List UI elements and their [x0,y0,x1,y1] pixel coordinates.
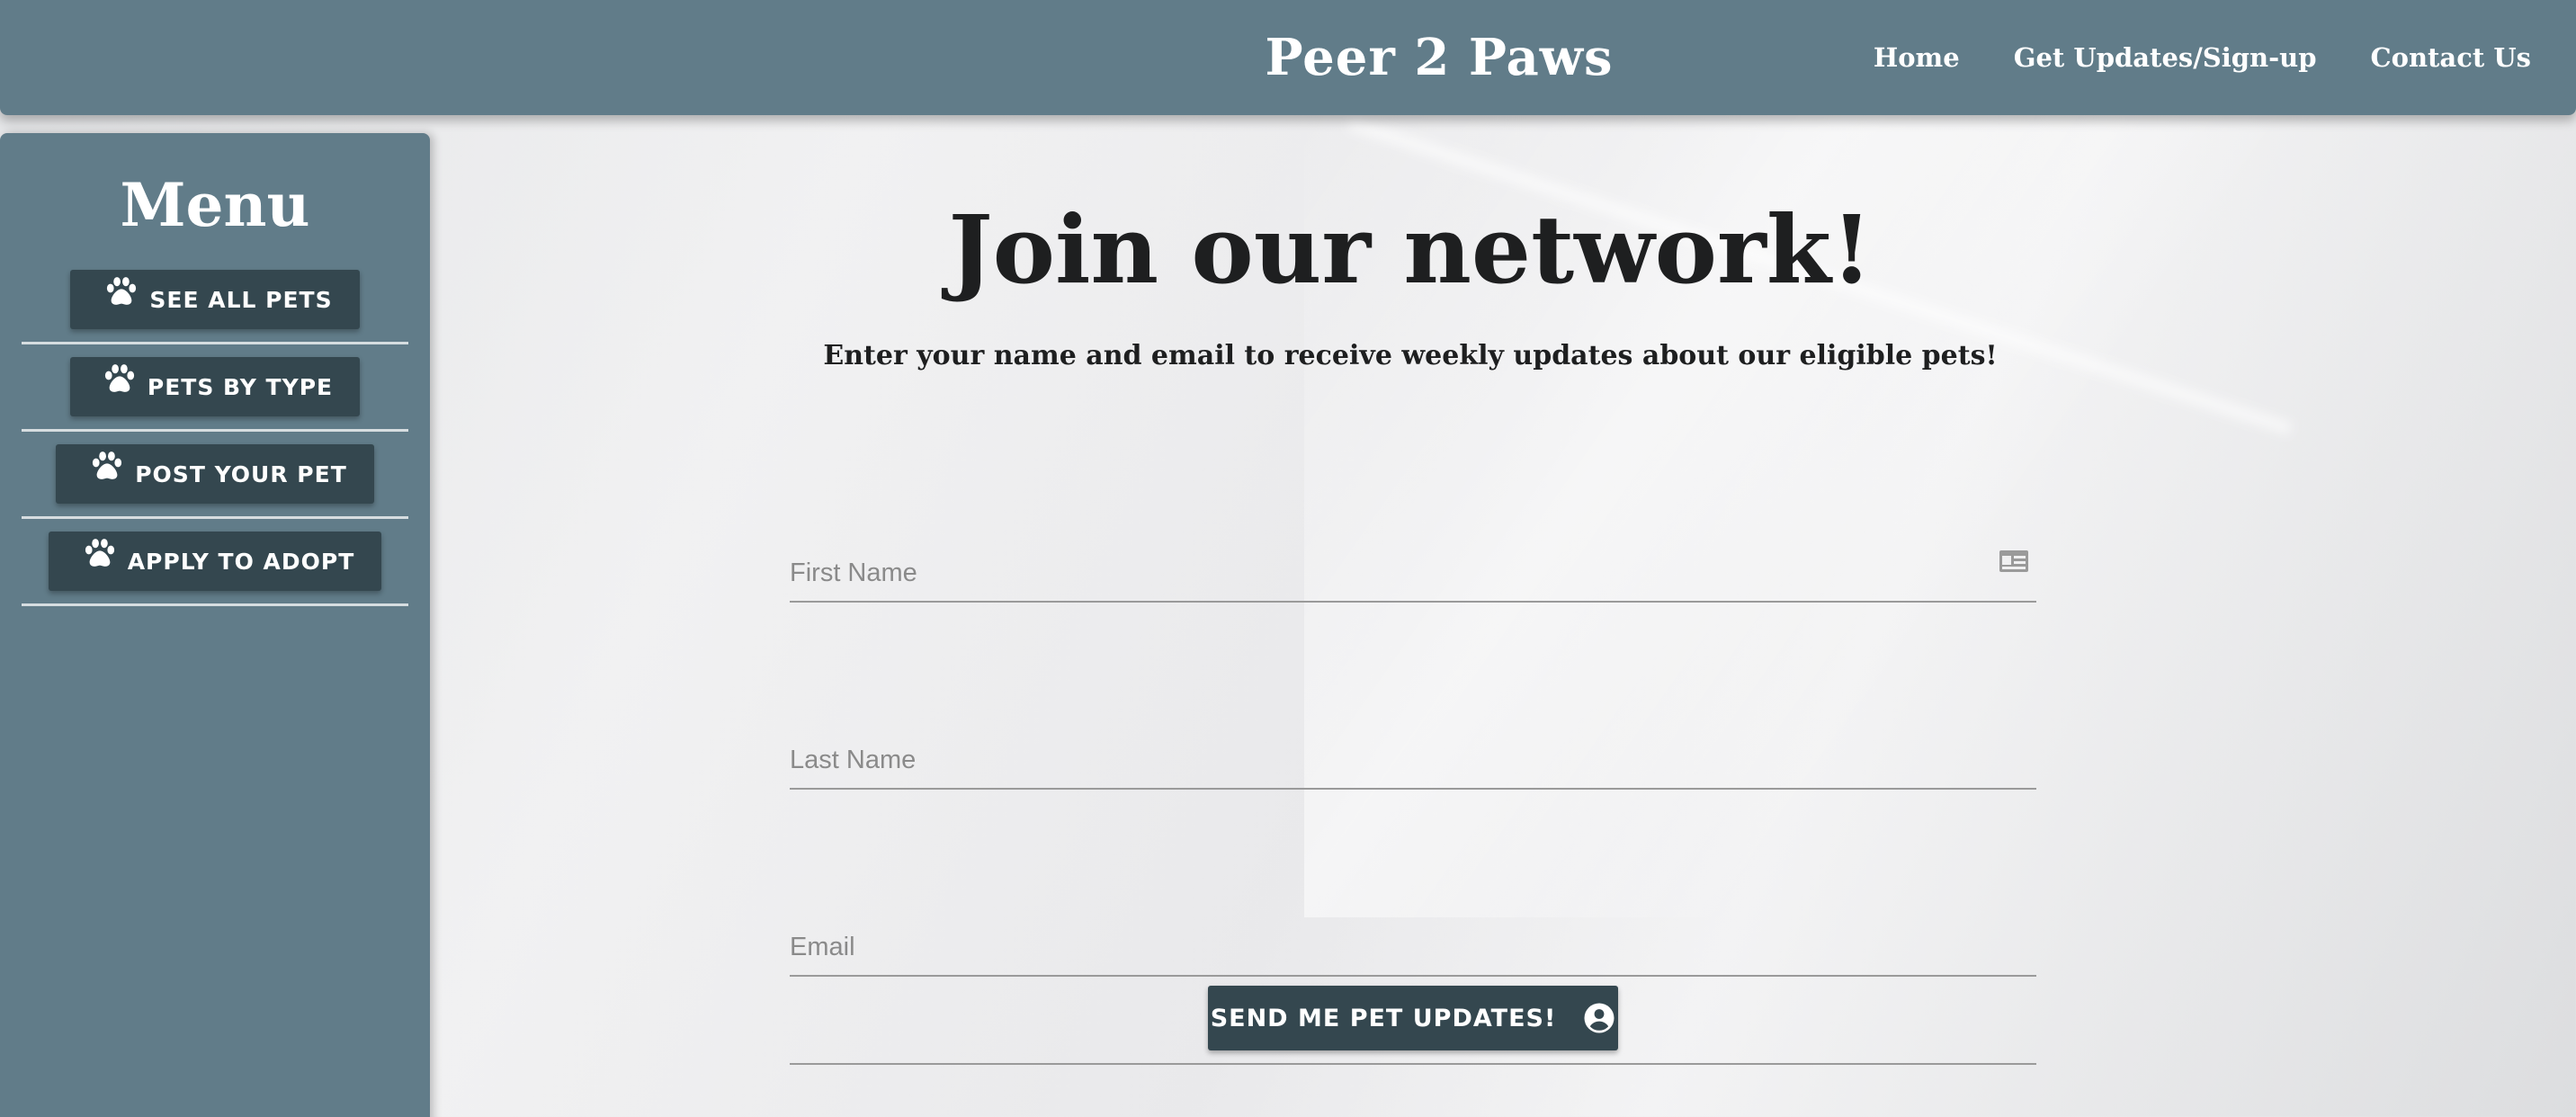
last-name-field [790,725,2036,790]
menu-row: APPLY TO ADOPT [22,519,408,606]
email-field [790,912,2036,977]
top-navbar: Peer 2 Paws Home Get Updates/Sign-up Con… [0,0,2576,115]
post-your-pet-button[interactable]: POST YOUR PET [56,444,374,504]
submit-row: SEND ME PET UPDATES! [790,986,2036,1065]
page-title: Join our network! [948,194,1873,305]
account-circle-icon [1584,1003,1614,1033]
paw-icon [93,451,122,479]
menu-row: POST YOUR PET [22,432,408,519]
last-name-input[interactable] [790,746,1959,775]
pets-by-type-button[interactable]: PETS BY TYPE [69,357,361,416]
menu-item-label: APPLY TO ADOPT [127,548,355,575]
email-input[interactable] [790,933,1959,962]
sidebar-menu: Menu SEE ALL PETS PETS BY TYPE POST YOUR… [0,133,430,1117]
nav-get-updates-link[interactable]: Get Updates/Sign-up [2014,36,2317,79]
first-name-input[interactable] [790,558,1959,588]
id-card-icon [1999,550,2028,572]
send-updates-label: SEND ME PET UPDATES! [1210,1004,1557,1032]
nav-home-link[interactable]: Home [1874,36,1960,79]
paw-icon [85,539,114,567]
apply-to-adopt-button[interactable]: APPLY TO ADOPT [48,532,382,591]
paw-icon [104,364,134,392]
paw-icon [107,277,137,305]
nav-contact-link[interactable]: Contact Us [2371,36,2531,79]
page-subtitle: Enter your name and email to receive wee… [823,340,1998,371]
menu-item-label: SEE ALL PETS [149,286,333,313]
menu-item-label: POST YOUR PET [135,460,347,487]
send-updates-button[interactable]: SEND ME PET UPDATES! [1208,986,1618,1050]
top-nav-links: Home Get Updates/Sign-up Contact Us [1874,36,2531,79]
menu-row: PETS BY TYPE [22,344,408,432]
first-name-field [790,538,2036,603]
menu-row: SEE ALL PETS [22,257,408,344]
main-content: Join our network! Enter your name and em… [430,115,2576,1117]
menu-title: Menu [120,170,310,240]
menu-item-label: PETS BY TYPE [147,373,334,400]
see-all-pets-button[interactable]: SEE ALL PETS [70,270,360,329]
